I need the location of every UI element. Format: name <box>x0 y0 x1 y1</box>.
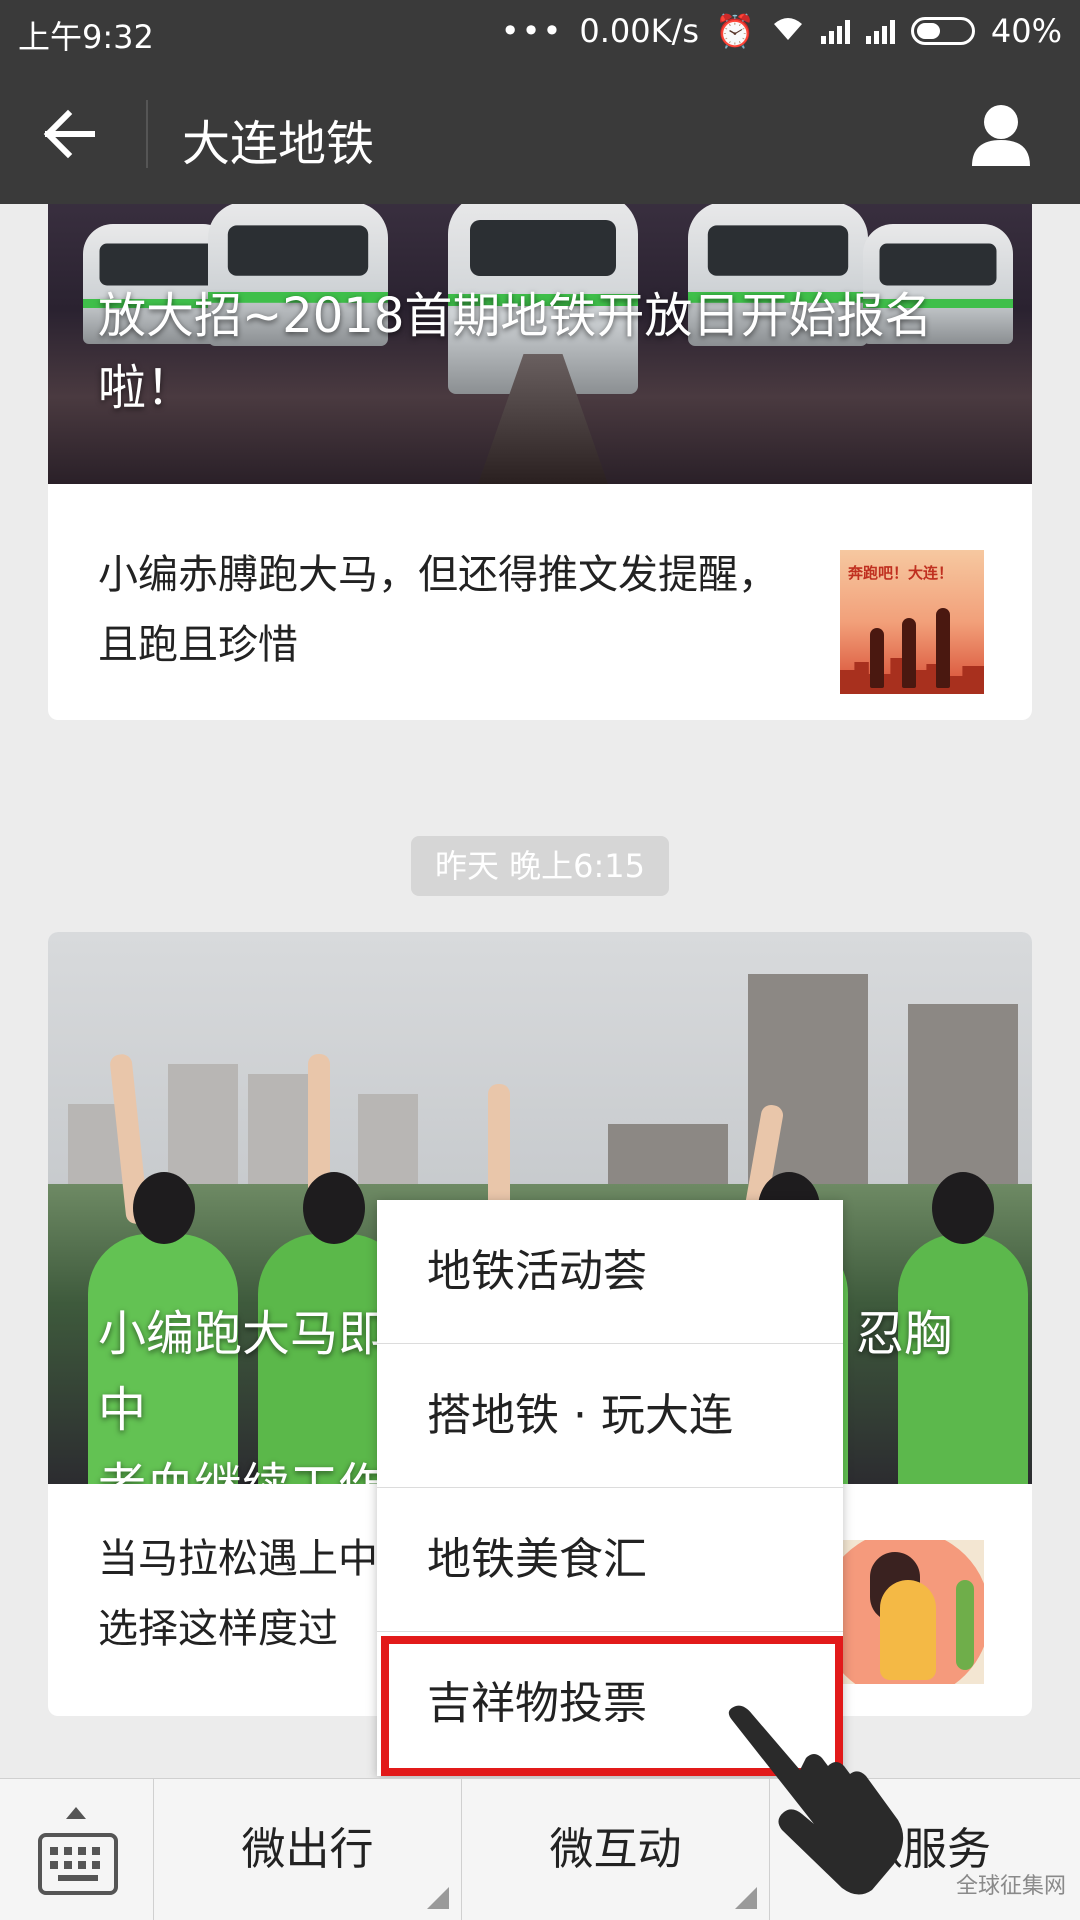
menu-item-food[interactable]: 地铁美食汇 <box>377 1488 843 1632</box>
network-speed: 0.00K/s <box>579 12 700 50</box>
signal-icon <box>820 18 850 44</box>
status-time: 上午9:32 <box>18 18 154 56</box>
article-item-title: 小编赤膊跑大马，但还得推文发提醒，且跑且珍惜 <box>98 552 778 668</box>
status-icons: ••• 0.00K/s ⏰ 40% <box>501 12 1062 50</box>
message-timestamp: 昨天 晚上6:15 <box>411 836 669 896</box>
thumbnail-caption: 奔跑吧！大连！ <box>848 564 954 582</box>
page-title: 大连地铁 <box>182 116 375 172</box>
nav-divider <box>146 100 148 168</box>
article-card[interactable]: 放大招~2018首期地铁开放日开始报名啦！ 小编赤膊跑大马，但还得推文发提醒，且… <box>48 204 1032 720</box>
battery-level: 40% <box>990 12 1062 50</box>
pointing-hand-icon <box>722 1700 922 1900</box>
battery-icon <box>910 17 975 45</box>
menu-item-activities[interactable]: 地铁活动荟 <box>377 1200 843 1344</box>
menu-item-travel-dalian[interactable]: 搭地铁 · 玩大连 <box>377 1344 843 1488</box>
article-hero-image[interactable]: 放大招~2018首期地铁开放日开始报名啦！ <box>48 204 1032 484</box>
article-thumbnail: 奔跑吧！大连！ <box>840 550 984 694</box>
article-list-item[interactable]: 小编赤膊跑大马，但还得推文发提醒，且跑且珍惜 奔跑吧！大连！ <box>48 494 1032 720</box>
tab-label: 微出行 <box>241 1824 374 1875</box>
submenu-popup: 地铁活动荟 搭地铁 · 玩大连 地铁美食汇 吉祥物投票 <box>377 1200 843 1776</box>
article-hero-title: 放大招~2018首期地铁开放日开始报名啦！ <box>98 288 933 416</box>
signal-icon <box>865 18 895 44</box>
tab-label: 微互动 <box>549 1824 682 1875</box>
nav-bar: 大连地铁 <box>0 64 1080 204</box>
submenu-indicator-icon <box>427 1887 449 1909</box>
keyboard-icon <box>38 1833 118 1895</box>
watermark: 全球征集网 <box>955 1874 1066 1899</box>
tab-micro-travel[interactable]: 微出行 <box>154 1779 462 1920</box>
wifi-icon <box>771 12 805 50</box>
alarm-icon: ⏰ <box>715 12 755 50</box>
article-thumbnail <box>840 1540 984 1684</box>
more-dots-icon: ••• <box>500 12 564 50</box>
status-bar: 上午9:32 ••• 0.00K/s ⏰ 40% <box>0 0 1080 64</box>
keyboard-toggle[interactable] <box>0 1779 154 1920</box>
back-arrow-icon[interactable] <box>40 104 100 164</box>
caret-up-icon <box>66 1807 86 1819</box>
user-icon[interactable] <box>970 102 1032 166</box>
